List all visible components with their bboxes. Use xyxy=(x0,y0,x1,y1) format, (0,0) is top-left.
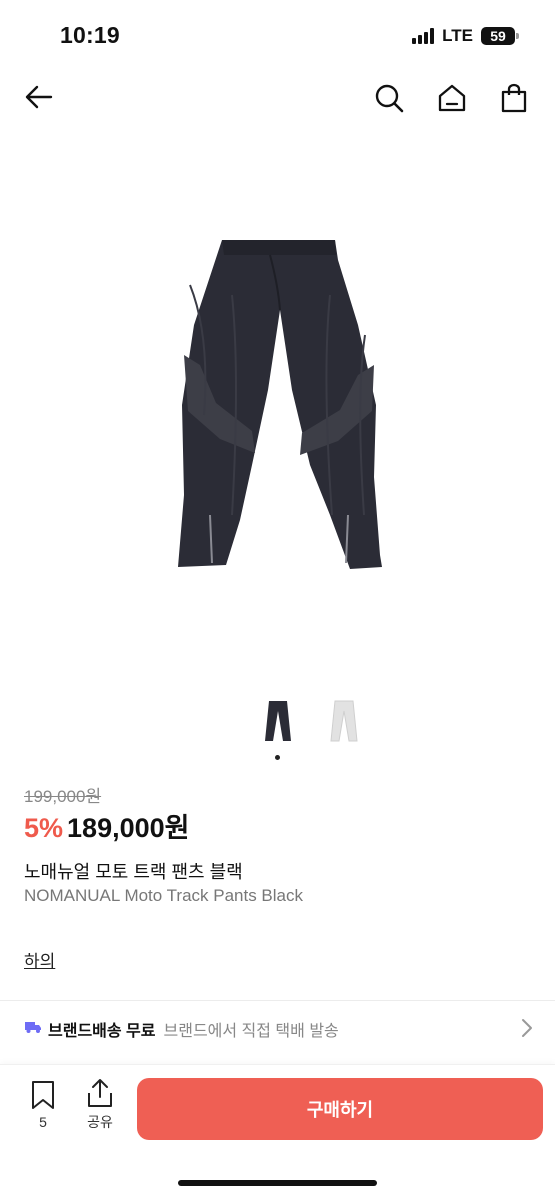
product-image[interactable] xyxy=(160,215,400,605)
divider xyxy=(0,1000,555,1001)
price-row: 5% 189,000원 xyxy=(24,806,189,845)
product-name-ko: 노매뉴얼 모토 트랙 팬츠 블랙 xyxy=(24,862,243,882)
bookmark-count: 5 xyxy=(39,1114,47,1130)
shipping-subtitle: 브랜드에서 직접 택배 발송 xyxy=(163,1023,339,1040)
shipping-info[interactable]: 브랜드배송 무료 브랜드에서 직접 택배 발송 xyxy=(24,1017,339,1041)
status-time: 10:19 xyxy=(60,22,120,48)
network-label: LTE xyxy=(442,26,473,45)
thumbnail-white[interactable] xyxy=(326,695,362,747)
home-icon[interactable] xyxy=(435,81,469,115)
bookmark-icon xyxy=(32,1081,54,1109)
home-indicator xyxy=(178,1180,377,1186)
share-button[interactable]: 공유 xyxy=(83,1078,117,1132)
status-indicators: LTE 59 xyxy=(412,26,519,46)
search-icon[interactable] xyxy=(372,81,406,115)
product-name-en: NOMANUAL Moto Track Pants Black xyxy=(24,886,304,905)
share-label: 공유 xyxy=(87,1114,113,1130)
original-price: 199,000원 xyxy=(24,787,102,806)
discount-rate: 5% xyxy=(24,813,64,843)
truck-icon xyxy=(24,1020,42,1039)
shipping-title: 브랜드배송 무료 xyxy=(48,1023,156,1040)
signal-icon xyxy=(412,28,435,44)
bookmark-button[interactable]: 5 xyxy=(28,1080,58,1130)
current-price: 189,000원 xyxy=(67,813,190,843)
shopping-bag-icon[interactable] xyxy=(497,81,531,115)
thumbnail-black[interactable] xyxy=(260,695,296,747)
buy-button[interactable]: 구매하기 xyxy=(137,1078,543,1140)
share-icon xyxy=(88,1079,112,1107)
gallery-indicator xyxy=(275,755,280,760)
battery-icon: 59 xyxy=(481,27,519,45)
arrow-left-icon[interactable] xyxy=(22,80,56,114)
chevron-right-icon[interactable] xyxy=(521,1018,533,1043)
category-link[interactable]: 하의 xyxy=(24,947,55,972)
